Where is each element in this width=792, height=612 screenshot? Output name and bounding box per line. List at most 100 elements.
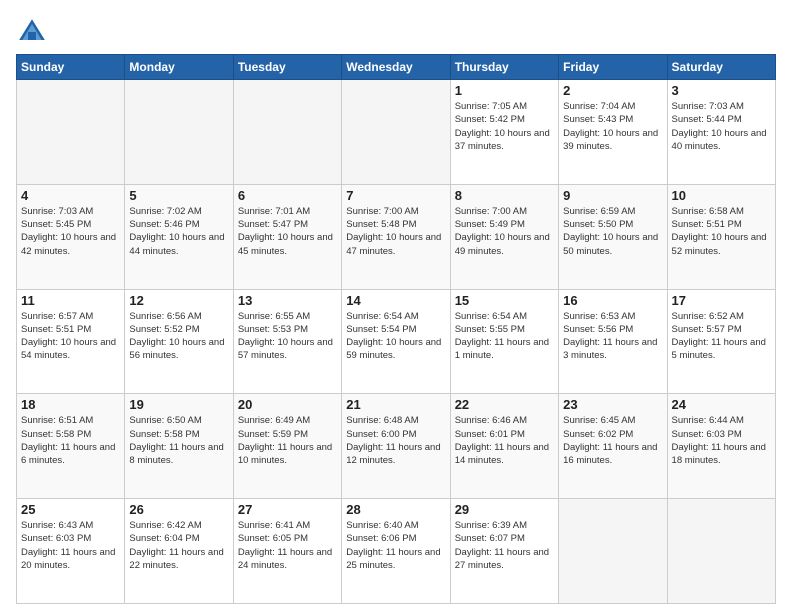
day-number: 17: [672, 293, 771, 308]
day-detail: Sunrise: 6:50 AMSunset: 5:58 PMDaylight:…: [129, 414, 228, 467]
day-cell: 22 Sunrise: 6:46 AMSunset: 6:01 PMDayligh…: [450, 394, 558, 499]
day-detail: Sunrise: 6:55 AMSunset: 5:53 PMDaylight:…: [238, 310, 337, 363]
day-cell: 7Sunrise: 7:00 AMSunset: 5:48 PMDaylight…: [342, 184, 450, 289]
day-number: 7: [346, 188, 445, 203]
day-cell: 18 Sunrise: 6:51 AMSunset: 5:58 PMDayligh…: [17, 394, 125, 499]
weekday-header-thursday: Thursday: [450, 55, 558, 80]
day-number: 16: [563, 293, 662, 308]
day-cell: 6 Sunrise: 7:01 AMSunset: 5:47 PMDaylight…: [233, 184, 341, 289]
day-cell: 5 Sunrise: 7:02 AMSunset: 5:46 PMDaylight…: [125, 184, 233, 289]
day-number: 6: [238, 188, 337, 203]
day-detail: Sunrise: 7:01 AMSunset: 5:47 PMDaylight:…: [238, 205, 337, 258]
week-row-2: 4Sunrise: 7:03 AMSunset: 5:45 PMDaylight…: [17, 184, 776, 289]
day-detail: Sunrise: 7:02 AMSunset: 5:46 PMDaylight:…: [129, 205, 228, 258]
day-cell: 1 Sunrise: 7:05 AMSunset: 5:42 PMDaylight…: [450, 80, 558, 185]
day-number: 15: [455, 293, 554, 308]
day-cell: [667, 499, 775, 604]
day-number: 23: [563, 397, 662, 412]
day-cell: [125, 80, 233, 185]
day-number: 8: [455, 188, 554, 203]
day-number: 10: [672, 188, 771, 203]
weekday-header-tuesday: Tuesday: [233, 55, 341, 80]
day-cell: [559, 499, 667, 604]
day-number: 25: [21, 502, 120, 517]
day-number: 22: [455, 397, 554, 412]
day-detail: Sunrise: 6:45 AMSunset: 6:02 PMDaylight:…: [563, 414, 662, 467]
day-cell: 21 Sunrise: 6:48 AMSunset: 6:00 PMDayligh…: [342, 394, 450, 499]
day-cell: 23 Sunrise: 6:45 AMSunset: 6:02 PMDayligh…: [559, 394, 667, 499]
day-cell: 8 Sunrise: 7:00 AMSunset: 5:49 PMDaylight…: [450, 184, 558, 289]
day-detail: Sunrise: 6:54 AMSunset: 5:54 PMDaylight:…: [346, 310, 445, 363]
week-row-3: 11 Sunrise: 6:57 AMSunset: 5:51 PMDayligh…: [17, 289, 776, 394]
week-row-4: 18 Sunrise: 6:51 AMSunset: 5:58 PMDayligh…: [17, 394, 776, 499]
day-cell: 12Sunrise: 6:56 AMSunset: 5:52 PMDayligh…: [125, 289, 233, 394]
day-detail: Sunrise: 7:04 AMSunset: 5:43 PMDaylight:…: [563, 100, 662, 153]
day-cell: [17, 80, 125, 185]
day-detail: Sunrise: 6:57 AMSunset: 5:51 PMDaylight:…: [21, 310, 120, 363]
day-number: 1: [455, 83, 554, 98]
logo-icon: [16, 16, 48, 48]
day-cell: 14 Sunrise: 6:54 AMSunset: 5:54 PMDayligh…: [342, 289, 450, 394]
day-cell: 27 Sunrise: 6:41 AMSunset: 6:05 PMDayligh…: [233, 499, 341, 604]
day-detail: Sunrise: 6:46 AMSunset: 6:01 PMDaylight:…: [455, 414, 554, 467]
day-detail: Sunrise: 6:42 AMSunset: 6:04 PMDaylight:…: [129, 519, 228, 572]
day-number: 24: [672, 397, 771, 412]
day-detail: Sunrise: 6:49 AMSunset: 5:59 PMDaylight:…: [238, 414, 337, 467]
calendar-table: SundayMondayTuesdayWednesdayThursdayFrid…: [16, 54, 776, 604]
day-detail: Sunrise: 6:48 AMSunset: 6:00 PMDaylight:…: [346, 414, 445, 467]
day-cell: 13 Sunrise: 6:55 AMSunset: 5:53 PMDayligh…: [233, 289, 341, 394]
day-cell: 25 Sunrise: 6:43 AMSunset: 6:03 PMDayligh…: [17, 499, 125, 604]
day-cell: 29 Sunrise: 6:39 AMSunset: 6:07 PMDayligh…: [450, 499, 558, 604]
day-number: 9: [563, 188, 662, 203]
day-detail: Sunrise: 7:00 AMSunset: 5:49 PMDaylight:…: [455, 205, 554, 258]
day-detail: Sunrise: 6:51 AMSunset: 5:58 PMDaylight:…: [21, 414, 120, 467]
weekday-header-row: SundayMondayTuesdayWednesdayThursdayFrid…: [17, 55, 776, 80]
day-number: 29: [455, 502, 554, 517]
day-cell: [342, 80, 450, 185]
day-cell: 11 Sunrise: 6:57 AMSunset: 5:51 PMDayligh…: [17, 289, 125, 394]
day-number: 19: [129, 397, 228, 412]
day-number: 2: [563, 83, 662, 98]
day-detail: Sunrise: 7:03 AMSunset: 5:45 PMDaylight:…: [21, 205, 120, 258]
day-cell: 26 Sunrise: 6:42 AMSunset: 6:04 PMDayligh…: [125, 499, 233, 604]
day-detail: Sunrise: 6:41 AMSunset: 6:05 PMDaylight:…: [238, 519, 337, 572]
day-cell: 4Sunrise: 7:03 AMSunset: 5:45 PMDaylight…: [17, 184, 125, 289]
day-number: 18: [21, 397, 120, 412]
day-cell: 19 Sunrise: 6:50 AMSunset: 5:58 PMDayligh…: [125, 394, 233, 499]
day-number: 27: [238, 502, 337, 517]
day-number: 26: [129, 502, 228, 517]
weekday-header-saturday: Saturday: [667, 55, 775, 80]
day-number: 3: [672, 83, 771, 98]
day-detail: Sunrise: 6:40 AMSunset: 6:06 PMDaylight:…: [346, 519, 445, 572]
day-cell: 9 Sunrise: 6:59 AMSunset: 5:50 PMDaylight…: [559, 184, 667, 289]
day-detail: Sunrise: 7:05 AMSunset: 5:42 PMDaylight:…: [455, 100, 554, 153]
day-detail: Sunrise: 6:52 AMSunset: 5:57 PMDaylight:…: [672, 310, 771, 363]
day-detail: Sunrise: 6:44 AMSunset: 6:03 PMDaylight:…: [672, 414, 771, 467]
day-detail: Sunrise: 6:53 AMSunset: 5:56 PMDaylight:…: [563, 310, 662, 363]
day-detail: Sunrise: 7:03 AMSunset: 5:44 PMDaylight:…: [672, 100, 771, 153]
day-detail: Sunrise: 6:59 AMSunset: 5:50 PMDaylight:…: [563, 205, 662, 258]
day-number: 13: [238, 293, 337, 308]
day-number: 14: [346, 293, 445, 308]
day-cell: 3 Sunrise: 7:03 AMSunset: 5:44 PMDaylight…: [667, 80, 775, 185]
day-number: 11: [21, 293, 120, 308]
day-number: 21: [346, 397, 445, 412]
day-cell: 10 Sunrise: 6:58 AMSunset: 5:51 PMDayligh…: [667, 184, 775, 289]
weekday-header-friday: Friday: [559, 55, 667, 80]
day-detail: Sunrise: 6:54 AMSunset: 5:55 PMDaylight:…: [455, 310, 554, 363]
day-detail: Sunrise: 6:56 AMSunset: 5:52 PMDaylight:…: [129, 310, 228, 363]
day-cell: 20Sunrise: 6:49 AMSunset: 5:59 PMDayligh…: [233, 394, 341, 499]
weekday-header-monday: Monday: [125, 55, 233, 80]
day-detail: Sunrise: 6:58 AMSunset: 5:51 PMDaylight:…: [672, 205, 771, 258]
day-cell: 15 Sunrise: 6:54 AMSunset: 5:55 PMDayligh…: [450, 289, 558, 394]
week-row-5: 25 Sunrise: 6:43 AMSunset: 6:03 PMDayligh…: [17, 499, 776, 604]
day-detail: Sunrise: 6:39 AMSunset: 6:07 PMDaylight:…: [455, 519, 554, 572]
day-number: 28: [346, 502, 445, 517]
day-cell: 16 Sunrise: 6:53 AMSunset: 5:56 PMDayligh…: [559, 289, 667, 394]
week-row-1: 1 Sunrise: 7:05 AMSunset: 5:42 PMDaylight…: [17, 80, 776, 185]
day-cell: 2 Sunrise: 7:04 AMSunset: 5:43 PMDaylight…: [559, 80, 667, 185]
day-detail: Sunrise: 6:43 AMSunset: 6:03 PMDaylight:…: [21, 519, 120, 572]
logo: [16, 16, 52, 48]
day-cell: [233, 80, 341, 185]
day-number: 5: [129, 188, 228, 203]
